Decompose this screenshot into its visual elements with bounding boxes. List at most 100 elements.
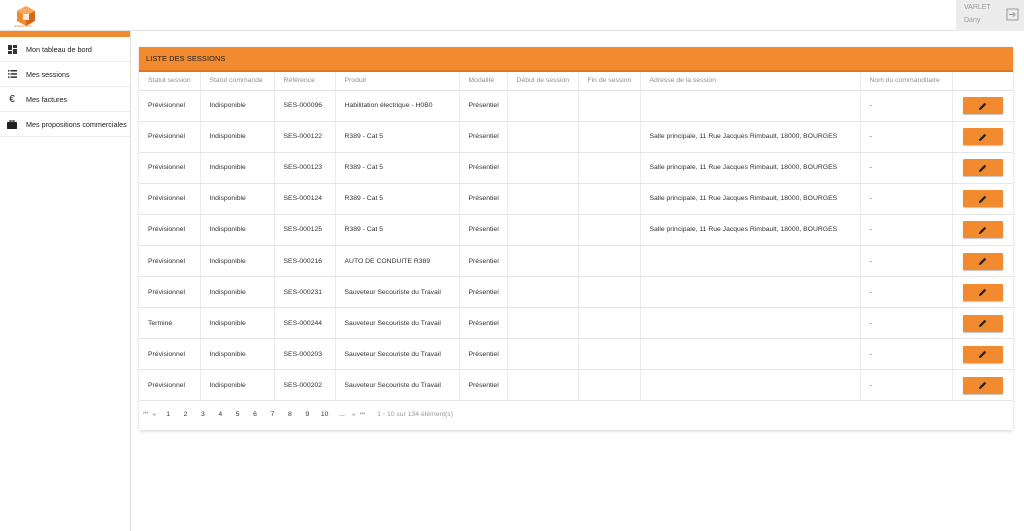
briefcase-icon [7, 119, 17, 129]
table-cell [507, 307, 579, 340]
table-row: Prévisionnel Indisponible SES-000122 R389 -… [139, 121, 1013, 153]
table-cell: Prévisionnel [139, 183, 201, 215]
table-cell [578, 369, 641, 402]
table-cell: Indisponible [200, 307, 275, 340]
table-cell: Salle principale, 11 Rue Jacques Rimbaul… [640, 183, 861, 215]
table-cell-action [952, 90, 1013, 122]
column-header[interactable]: Début de session [507, 72, 579, 91]
page-number-button[interactable]: 8 [281, 411, 298, 418]
table-cell: - [860, 183, 953, 215]
page-number-button[interactable]: 1 [159, 411, 176, 418]
table-cell: SES-000203 [274, 338, 336, 371]
table-cell: SES-000125 [274, 214, 336, 246]
page-number-button[interactable]: 5 [229, 411, 246, 418]
table-cell: Présentiel [459, 245, 508, 278]
table-cell: Habilitation électrique - H0B0 [335, 90, 460, 122]
page-number-button[interactable]: 9 [299, 411, 316, 418]
sidebar-item-label: Mon tableau de bord [26, 44, 92, 54]
column-header[interactable]: Adresse de la session [640, 72, 861, 91]
table-cell: Indisponible [200, 183, 275, 215]
page-number-button[interactable]: ... [333, 411, 350, 418]
table-cell: Indisponible [200, 90, 275, 122]
table-cell: SES-000244 [274, 307, 336, 340]
table-row: Prévisionnel Indisponible SES-000096 Habili… [139, 90, 1013, 122]
edit-session-button[interactable] [962, 128, 1003, 146]
table-cell [507, 369, 579, 402]
table-cell: Présentiel [459, 369, 508, 402]
user-menu[interactable]: VARLET Dany [956, 0, 1024, 31]
edit-session-button[interactable] [962, 190, 1003, 208]
table-cell: SES-000096 [274, 90, 336, 122]
table-cell [578, 307, 641, 340]
first-page-button[interactable]: ⏮ [143, 411, 148, 418]
page-number-button[interactable]: 10 [316, 411, 333, 418]
table-cell: Prévisionnel [139, 90, 201, 122]
table-cell: Terminé [139, 307, 201, 340]
table-cell-action [952, 183, 1013, 215]
table-cell [578, 245, 641, 278]
table-cell: SES-000202 [274, 369, 336, 402]
sidebar-item-invoices[interactable]: € Mes factures [0, 87, 130, 112]
column-header[interactable]: Modalité [459, 72, 508, 91]
page-number-button[interactable]: 4 [212, 411, 229, 418]
column-header[interactable]: Produit [335, 72, 460, 91]
table-cell [507, 338, 579, 371]
column-header[interactable]: Statut session [139, 72, 201, 91]
table-row: Terminé Indisponible SES-000244 Sauveteur S… [139, 307, 1013, 340]
page-number-button[interactable]: 2 [177, 411, 194, 418]
sessions-panel: LISTE DES SESSIONS Statut session Statut… [139, 47, 1013, 430]
edit-session-button[interactable] [962, 345, 1003, 363]
sidebar-item-proposals[interactable]: Mes propositions commerciales [0, 112, 130, 137]
table-cell [507, 121, 579, 153]
top-bar: HOME SUD VARLET Dany [0, 0, 1024, 31]
table-cell [640, 245, 861, 278]
edit-session-button[interactable] [962, 283, 1003, 301]
table-cell: Prévisionnel [139, 338, 201, 371]
next-page-button[interactable]: ▸ [353, 411, 356, 418]
edit-session-button[interactable] [962, 252, 1003, 270]
table-cell [507, 245, 579, 278]
table-cell: SES-000123 [274, 152, 336, 184]
column-header[interactable]: Statut commande [200, 72, 275, 91]
page-number-button[interactable]: 7 [264, 411, 281, 418]
pencil-icon [978, 257, 986, 266]
page-number-button[interactable]: 6 [246, 411, 263, 418]
column-header[interactable]: Référence [274, 72, 336, 91]
table-cell: Présentiel [459, 183, 508, 215]
table-cell: R389 - Cat 5 [335, 183, 460, 215]
table-cell: SES-000124 [274, 183, 336, 215]
sidebar-item-dashboard[interactable]: Mon tableau de bord [0, 37, 130, 62]
table-cell: Indisponible [200, 276, 275, 309]
edit-session-button[interactable] [962, 376, 1003, 394]
table-cell: - [860, 214, 953, 246]
last-page-button[interactable]: ⏭ [360, 411, 365, 418]
page-number-button[interactable]: 3 [194, 411, 211, 418]
sidebar-item-label: Mes factures [26, 94, 68, 104]
table-cell: Indisponible [200, 338, 275, 371]
table-cell: - [860, 245, 953, 278]
table-cell [640, 338, 861, 371]
edit-session-button[interactable] [962, 314, 1003, 332]
table-cell: R389 - Cat 5 [335, 214, 460, 246]
column-header[interactable]: Nom du commanditaire [860, 72, 953, 91]
table-cell [507, 183, 579, 215]
column-header [952, 72, 1013, 91]
edit-session-button[interactable] [962, 159, 1003, 177]
table-cell [578, 121, 641, 153]
table-cell: - [860, 276, 953, 309]
user-first-name: Dany [964, 17, 981, 24]
table-cell: Présentiel [459, 276, 508, 309]
sidebar-item-sessions[interactable]: Mes sessions [0, 62, 130, 87]
pencil-icon [978, 102, 986, 110]
table-cell: AUTO DE CONDUITE R389 [335, 245, 460, 278]
prev-page-button[interactable]: ◂ [152, 411, 155, 418]
table-cell-action [952, 369, 1013, 402]
edit-session-button[interactable] [962, 221, 1003, 239]
logout-icon[interactable] [1006, 8, 1019, 21]
edit-session-button[interactable] [962, 97, 1003, 115]
table-cell: Indisponible [200, 245, 275, 278]
pencil-icon [978, 351, 986, 359]
table-cell [578, 152, 641, 184]
pagination: ⏮ ◂ 1 2 3 4 5 6 7 8 9 10... ▸ ⏭ 1 - 10 sur 134 él… [139, 401, 1013, 428]
column-header[interactable]: Fin de session [578, 72, 641, 91]
